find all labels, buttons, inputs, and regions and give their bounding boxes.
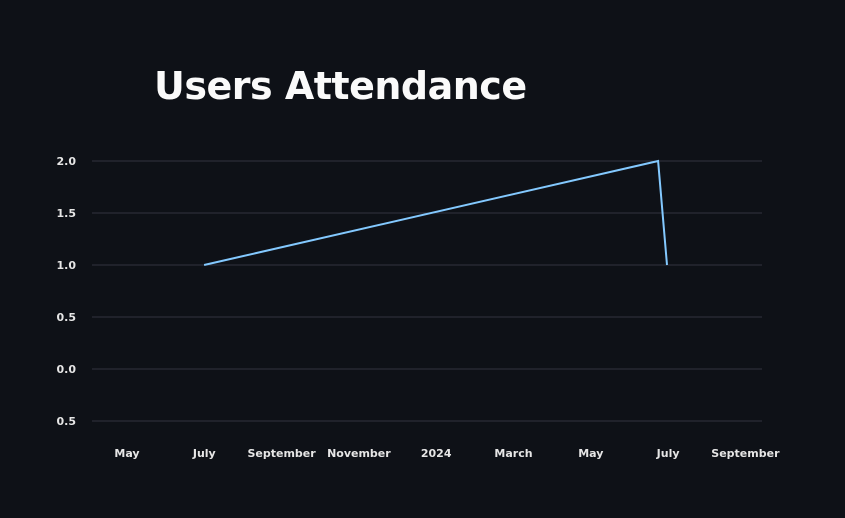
y-tick-label: 2.0	[57, 155, 77, 168]
x-tick-label: March	[494, 447, 532, 460]
y-tick-label: 1.0	[57, 259, 77, 272]
y-tick-label: 0.5	[57, 415, 77, 428]
x-tick-label: September	[711, 447, 780, 460]
x-tick-label: July	[656, 447, 680, 460]
x-tick-label: September	[247, 447, 316, 460]
x-tick-label: May	[114, 447, 139, 460]
x-tick-label: July	[192, 447, 216, 460]
x-tick-label: 2024	[421, 447, 452, 460]
line-chart[interactable]: 2.0 1.5 1.0 0.5 0.0 0.5 May July September Novem…	[0, 0, 845, 518]
y-axis-ticks: 2.0 1.5 1.0 0.5 0.0 0.5	[57, 155, 77, 428]
x-axis-ticks: May July September November 2024 March May July…	[114, 447, 780, 460]
y-tick-label: 0.5	[57, 311, 77, 324]
y-tick-label: 1.5	[57, 207, 77, 220]
x-tick-label: May	[578, 447, 603, 460]
y-tick-label: 0.0	[57, 363, 77, 376]
x-tick-label: November	[327, 447, 391, 460]
